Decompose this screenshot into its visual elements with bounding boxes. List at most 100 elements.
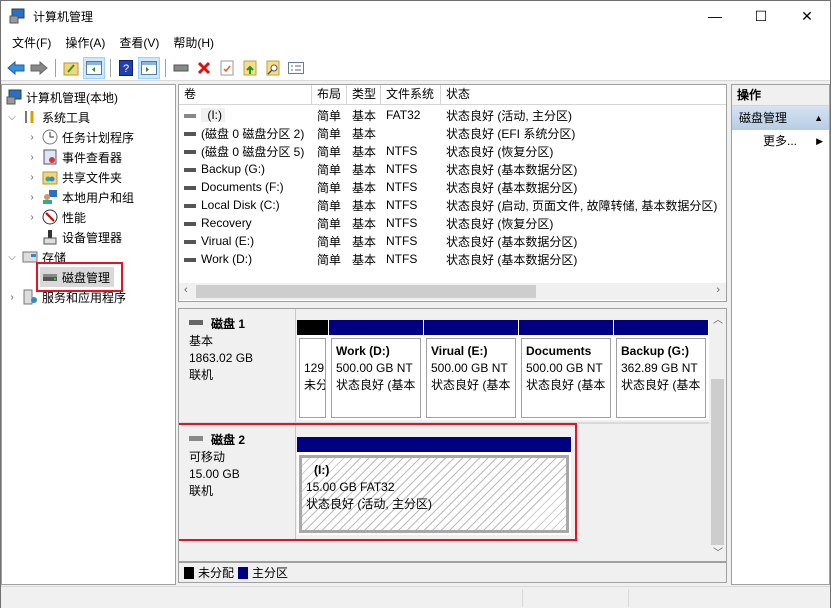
table-row[interactable]: Local Disk (C:) 简单 基本 NTFS 状态良好 (启动, 页面文件, 故…: [179, 196, 726, 214]
tree-label: 服务和应用程序: [42, 290, 127, 305]
partition-status: 未分: [304, 378, 326, 392]
show-hide-action-pane-icon[interactable]: [138, 56, 160, 79]
horizontal-scrollbar[interactable]: ‹ ›: [179, 283, 726, 300]
volume-list: 卷 布局 类型 文件系统 状态 (I:) 简单 基本 FAT32 状态良好 (活动, 主…: [178, 84, 727, 302]
search-icon[interactable]: [262, 57, 284, 79]
menu-view[interactable]: 查看(V): [112, 31, 166, 55]
forward-icon[interactable]: [28, 57, 50, 79]
actions-section-disk-management[interactable]: 磁盘管理 ▲: [732, 106, 829, 130]
cell-fs: NTFS: [381, 162, 441, 176]
tree-item-disk-management[interactable]: 磁盘管理: [40, 267, 115, 287]
scrollbar-thumb[interactable]: [196, 285, 536, 298]
table-row[interactable]: Recovery 简单 基本 NTFS 状态良好 (恢复分区): [179, 214, 726, 232]
table-row[interactable]: Work (D:) 简单 基本 NTFS 状态良好 (基本数据分区): [179, 250, 726, 268]
help-icon[interactable]: ?: [115, 57, 137, 79]
column-header-volume[interactable]: 卷: [179, 85, 312, 105]
delete-icon[interactable]: [193, 57, 215, 79]
actions-more[interactable]: 更多... ▶: [732, 130, 829, 152]
tree-item-services-applications[interactable]: › 服务和应用程序: [6, 287, 126, 307]
up-folder-icon[interactable]: [60, 57, 82, 79]
vertical-scrollbar[interactable]: ︿ ﹀: [709, 309, 726, 561]
tree-label: 设备管理器: [62, 230, 123, 245]
cell-vol: (磁盘 0 磁盘分区 2): [179, 125, 312, 142]
back-icon[interactable]: [5, 57, 27, 79]
menu-help[interactable]: 帮助(H): [166, 31, 221, 55]
cell-type: 基本: [347, 107, 381, 124]
scroll-right-icon[interactable]: ›: [716, 284, 720, 296]
partition-details-selected: (I:) 15.00 GB FAT32 状态良好 (活动, 主分区): [299, 455, 569, 533]
status-divider: [522, 589, 523, 607]
toolbar-separator: [165, 58, 166, 77]
column-header-layout[interactable]: 布局: [312, 85, 347, 105]
chevron-right-icon[interactable]: ›: [26, 212, 38, 223]
partition-size: 500.00 GB NT: [336, 361, 413, 375]
table-row[interactable]: Backup (G:) 简单 基本 NTFS 状态良好 (基本数据分区): [179, 160, 726, 178]
connect-drive-icon[interactable]: [170, 57, 192, 79]
cell-vol: Virual (E:): [179, 234, 312, 248]
cell-text: 基本: [352, 216, 377, 231]
tree-item-performance[interactable]: › 性能: [26, 207, 86, 227]
chevron-right-icon[interactable]: ›: [26, 192, 38, 203]
checklist-icon[interactable]: [285, 57, 307, 79]
partition-block[interactable]: Documents 500.00 GB NT 状态良好 (基本: [519, 320, 613, 420]
tree-item-shared-folders[interactable]: › 共享文件夹: [26, 167, 122, 187]
chevron-right-icon[interactable]: ›: [26, 152, 38, 163]
column-header-status[interactable]: 状态: [441, 85, 726, 105]
column-header-filesystem[interactable]: 文件系统: [381, 85, 441, 105]
scroll-left-icon[interactable]: ‹: [184, 284, 188, 296]
cell-fs: NTFS: [381, 198, 441, 212]
partition-block[interactable]: Backup (G:) 362.89 GB NT 状态良好 (基本: [614, 320, 708, 420]
partition-title: (I:): [314, 463, 330, 477]
scroll-down-icon[interactable]: ﹀: [713, 544, 723, 559]
maximize-button[interactable]: ☐: [738, 1, 784, 31]
cell-layout: 简单: [312, 215, 347, 232]
disk-state: 联机: [189, 368, 214, 382]
partition-type-bar: [424, 320, 518, 335]
table-row[interactable]: Documents (F:) 简单 基本 NTFS 状态良好 (基本数据分区): [179, 178, 726, 196]
disk-2-info[interactable]: 磁盘 2 可移动 15.00 GB 联机: [179, 425, 296, 540]
scroll-up-icon[interactable]: ︿: [713, 311, 723, 326]
close-button[interactable]: ✕: [784, 1, 830, 31]
import-icon[interactable]: [239, 57, 261, 79]
partition-block[interactable]: Work (D:) 500.00 GB NT 状态良好 (基本: [329, 320, 423, 420]
partition-block[interactable]: (I:) 15.00 GB FAT32 状态良好 (活动, 主分区): [297, 437, 571, 535]
cell-vol: Work (D:): [179, 252, 312, 266]
column-header-type[interactable]: 类型: [347, 85, 381, 105]
menu-file[interactable]: 文件(F): [5, 31, 58, 55]
chevron-right-icon[interactable]: ›: [6, 292, 18, 303]
cell-text: NTFS: [386, 252, 418, 266]
collapse-up-icon[interactable]: ▲: [814, 106, 823, 130]
tree-item-storage[interactable]: ⌵ 存储: [6, 247, 66, 267]
tree-item-task-scheduler[interactable]: › 任务计划程序: [26, 127, 134, 147]
chevron-down-icon[interactable]: ⌵: [6, 112, 18, 123]
properties-icon[interactable]: [216, 57, 238, 79]
tree-item-computer-management[interactable]: 计算机管理(本地): [6, 87, 118, 107]
chevron-right-icon[interactable]: ›: [26, 172, 38, 183]
disk-1-info[interactable]: 磁盘 1 基本 1863.02 GB 联机: [179, 309, 296, 422]
table-row[interactable]: (磁盘 0 磁盘分区 5) 简单 基本 NTFS 状态良好 (恢复分区): [179, 142, 726, 160]
disk-divider: [179, 422, 709, 424]
partition-block[interactable]: Virual (E:) 500.00 GB NT 状态良好 (基本: [424, 320, 518, 420]
cell-text: 基本: [352, 180, 377, 195]
tree-item-event-viewer[interactable]: › 事件查看器: [26, 147, 122, 167]
chevron-down-icon[interactable]: ⌵: [6, 252, 18, 263]
menu-action[interactable]: 操作(A): [58, 31, 112, 55]
cell-text: 状态良好 (活动, 主分区): [446, 108, 572, 123]
table-row[interactable]: (磁盘 0 磁盘分区 2) 简单 基本 状态良好 (EFI 系统分区): [179, 124, 726, 142]
tree-label: 存储: [42, 250, 67, 265]
table-row[interactable]: Virual (E:) 简单 基本 NTFS 状态良好 (基本数据分区): [179, 232, 726, 250]
scrollbar-thumb[interactable]: [711, 379, 724, 545]
table-row[interactable]: (I:) 简单 基本 FAT32 状态良好 (活动, 主分区): [179, 106, 726, 124]
partition-status: 状态良好 (基本: [526, 378, 606, 392]
cell-type: 基本: [347, 143, 381, 160]
partition-block[interactable]: 129 未分: [297, 320, 328, 420]
volume-icon: [184, 185, 196, 190]
chevron-right-icon[interactable]: ›: [26, 132, 38, 143]
partition-status: 状态良好 (基本: [336, 378, 416, 392]
tree-item-system-tools[interactable]: ⌵ 系统工具: [6, 107, 90, 127]
tree-item-device-manager[interactable]: 设备管理器: [42, 227, 122, 247]
minimize-button[interactable]: —: [692, 1, 738, 31]
tree-item-local-users-groups[interactable]: › 本地用户和组: [26, 187, 134, 207]
partition-details: Work (D:) 500.00 GB NT 状态良好 (基本: [331, 338, 421, 418]
show-hide-tree-icon[interactable]: [83, 56, 105, 79]
